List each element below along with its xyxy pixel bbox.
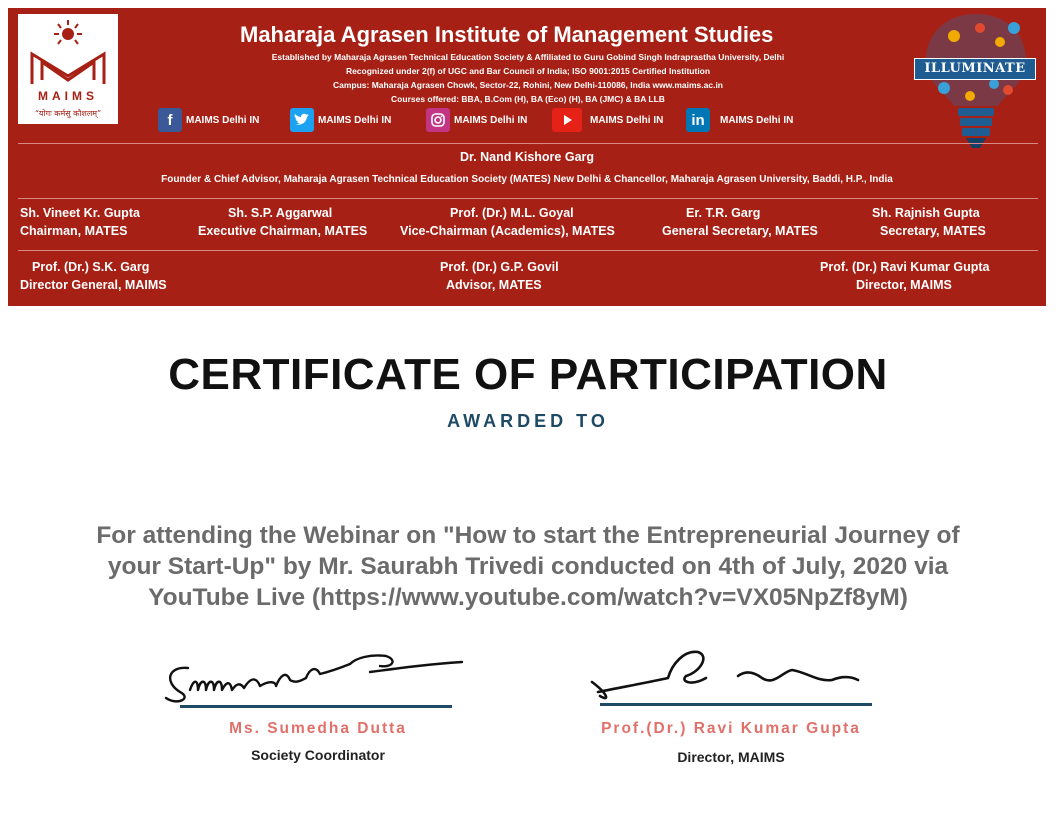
person-name: Prof. (Dr.) Ravi Kumar Gupta bbox=[820, 260, 990, 274]
social-facebook[interactable]: f MAIMS Delhi IN bbox=[158, 108, 259, 132]
logo-motto: “योगः कर्मसु कौशलम्” bbox=[34, 109, 102, 118]
social-twitter-label: MAIMS Delhi IN bbox=[318, 114, 392, 126]
maims-logo: MAIMS “योगः कर्मसु कौशलम्” bbox=[18, 14, 118, 124]
institute-courses: Courses offered: BBA, B.Com (H), BA (Eco… bbox=[391, 94, 665, 104]
person-role: General Secretary, MATES bbox=[662, 224, 818, 238]
social-instagram-label: MAIMS Delhi IN bbox=[454, 114, 528, 126]
social-twitter[interactable]: MAIMS Delhi IN bbox=[290, 108, 391, 132]
institute-name: Maharaja Agrasen Institute of Management… bbox=[240, 22, 774, 47]
person-name: Sh. Rajnish Gupta bbox=[872, 206, 980, 220]
mates-general-secretary: Er. T.R. Garg General Secretary, MATES bbox=[662, 204, 852, 240]
person-name: Sh. Vineet Kr. Gupta bbox=[20, 206, 140, 220]
linkedin-icon: in bbox=[686, 108, 710, 132]
youtube-icon bbox=[552, 108, 582, 132]
twitter-icon bbox=[290, 108, 314, 132]
mates-chairman: Sh. Vineet Kr. Gupta Chairman, MATES bbox=[20, 204, 140, 240]
person-role: Secretary, MATES bbox=[880, 224, 986, 238]
signature-sumedha-dutta bbox=[164, 654, 464, 703]
social-youtube[interactable]: MAIMS Delhi IN bbox=[552, 108, 663, 132]
person-role: Vice-Chairman (Academics), MATES bbox=[400, 224, 615, 238]
facebook-icon: f bbox=[158, 108, 182, 132]
institute-campus: Campus: Maharaja Agrasen Chowk, Sector-2… bbox=[332, 80, 724, 90]
founder-name: Dr. Nand Kishore Garg bbox=[459, 150, 595, 164]
signatory-name-1: Ms. Sumedha Dutta bbox=[229, 720, 407, 737]
illuminate-bulb-icon bbox=[926, 14, 1026, 148]
certificate-title: CERTIFICATE OF PARTICIPATION bbox=[168, 350, 888, 399]
mates-vice-chairman: Prof. (Dr.) M.L. Goyal Vice-Chairman (Ac… bbox=[390, 204, 640, 240]
social-linkedin-label: MAIMS Delhi IN bbox=[720, 114, 794, 126]
signature-line bbox=[180, 705, 452, 708]
signatory-role-2: Director, MAIMS bbox=[677, 749, 785, 765]
person-name: Prof. (Dr.) M.L. Goyal bbox=[450, 206, 574, 220]
person-role: Director, MAIMS bbox=[856, 278, 952, 292]
person-name: Prof. (Dr.) G.P. Govil bbox=[440, 260, 559, 274]
logo-text: MAIMS bbox=[38, 89, 98, 103]
header-divider bbox=[18, 143, 1038, 144]
signature-line bbox=[600, 703, 872, 706]
maims-director-general: Prof. (Dr.) S.K. Garg Director General, … bbox=[20, 258, 167, 294]
person-name: Er. T.R. Garg bbox=[686, 206, 761, 220]
mates-secretary: Sh. Rajnish Gupta Secretary, MATES bbox=[872, 204, 1032, 240]
institute-recognition: Recognized under 2(f) of UGC and Bar Cou… bbox=[345, 66, 711, 76]
institute-header: MAIMS “योगः कर्मसु कौशलम्” Maharaja Agra… bbox=[8, 8, 1046, 306]
person-role: Director General, MAIMS bbox=[20, 278, 167, 292]
maims-director: Prof. (Dr.) Ravi Kumar Gupta Director, M… bbox=[820, 258, 989, 294]
person-role: Chairman, MATES bbox=[20, 224, 128, 238]
header-divider bbox=[18, 198, 1038, 199]
person-role: Executive Chairman, MATES bbox=[198, 224, 368, 238]
illuminate-label: ILLUMINATE bbox=[914, 58, 1036, 80]
social-instagram[interactable]: MAIMS Delhi IN bbox=[426, 108, 527, 132]
instagram-icon bbox=[426, 108, 450, 132]
social-facebook-label: MAIMS Delhi IN bbox=[186, 114, 260, 126]
person-name: Prof. (Dr.) S.K. Garg bbox=[32, 260, 150, 274]
social-linkedin[interactable]: in MAIMS Delhi IN bbox=[686, 108, 793, 132]
certificate-description: For attending the Webinar on "How to sta… bbox=[96, 522, 960, 611]
signatory-name-2: Prof.(Dr.) Ravi Kumar Gupta bbox=[601, 720, 861, 737]
person-role: Advisor, MATES bbox=[446, 278, 542, 292]
awarded-to-label: AWARDED TO bbox=[447, 411, 609, 431]
signature-ravi-kumar-gupta bbox=[590, 650, 860, 700]
institute-affiliation: Established by Maharaja Agrasen Technica… bbox=[271, 52, 785, 62]
header-divider bbox=[18, 250, 1038, 251]
mates-advisor: Prof. (Dr.) G.P. Govil Advisor, MATES bbox=[440, 258, 559, 294]
person-name: Sh. S.P. Aggarwal bbox=[228, 206, 333, 220]
mates-executive-chairman: Sh. S.P. Aggarwal Executive Chairman, MA… bbox=[198, 204, 378, 240]
social-youtube-label: MAIMS Delhi IN bbox=[590, 114, 664, 126]
signatory-role-1: Society Coordinator bbox=[251, 747, 385, 763]
founder-role: Founder & Chief Advisor, Maharaja Agrase… bbox=[161, 174, 893, 185]
